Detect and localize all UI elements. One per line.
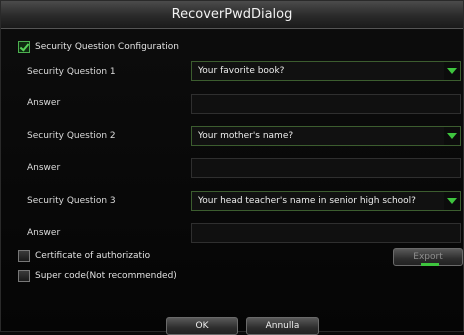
security-config-checkbox[interactable] xyxy=(18,41,30,53)
answer-1-label: Answer xyxy=(27,98,61,108)
question-2-value: Your mother's name? xyxy=(198,131,294,141)
super-code-label: Super code(Not recommended) xyxy=(35,271,177,281)
certificate-checkbox[interactable] xyxy=(18,250,30,262)
question-1-dropdown-arrow-icon[interactable] xyxy=(444,62,460,80)
question-3-dropdown-arrow-icon[interactable] xyxy=(444,192,460,210)
super-code-option[interactable]: Super code(Not recommended) xyxy=(18,270,177,282)
certificate-option[interactable]: Certificate of authorizatio xyxy=(18,250,150,262)
question-3-value: Your head teacher's name in senior high … xyxy=(198,196,416,206)
question-3-select[interactable]: Your head teacher's name in senior high … xyxy=(191,191,461,211)
answer-1-input[interactable] xyxy=(191,94,461,114)
answer-2-input[interactable] xyxy=(191,158,461,178)
ok-button[interactable]: OK xyxy=(166,317,238,335)
question-1-label: Security Question 1 xyxy=(27,67,116,77)
security-config-option[interactable]: Security Question Configuration xyxy=(18,41,179,53)
question-1-select[interactable]: Your favorite book? xyxy=(191,61,461,81)
cancel-button[interactable]: Annulla xyxy=(246,317,319,335)
answer-2-label: Answer xyxy=(27,163,61,173)
recover-password-dialog: RecoverPwdDialog Security Question Confi… xyxy=(0,0,464,335)
security-config-label: Security Question Configuration xyxy=(35,42,179,52)
question-2-label: Security Question 2 xyxy=(27,131,116,141)
question-2-select[interactable]: Your mother's name? xyxy=(191,126,461,146)
super-code-checkbox[interactable] xyxy=(18,270,30,282)
dialog-title: RecoverPwdDialog xyxy=(1,1,463,29)
answer-3-label: Answer xyxy=(27,228,61,238)
question-1-value: Your favorite book? xyxy=(198,66,285,76)
answer-3-input[interactable] xyxy=(191,223,461,243)
question-2-dropdown-arrow-icon[interactable] xyxy=(444,127,460,145)
question-3-label: Security Question 3 xyxy=(27,196,116,206)
certificate-label: Certificate of authorizatio xyxy=(35,251,151,261)
export-button-accent xyxy=(421,263,439,266)
